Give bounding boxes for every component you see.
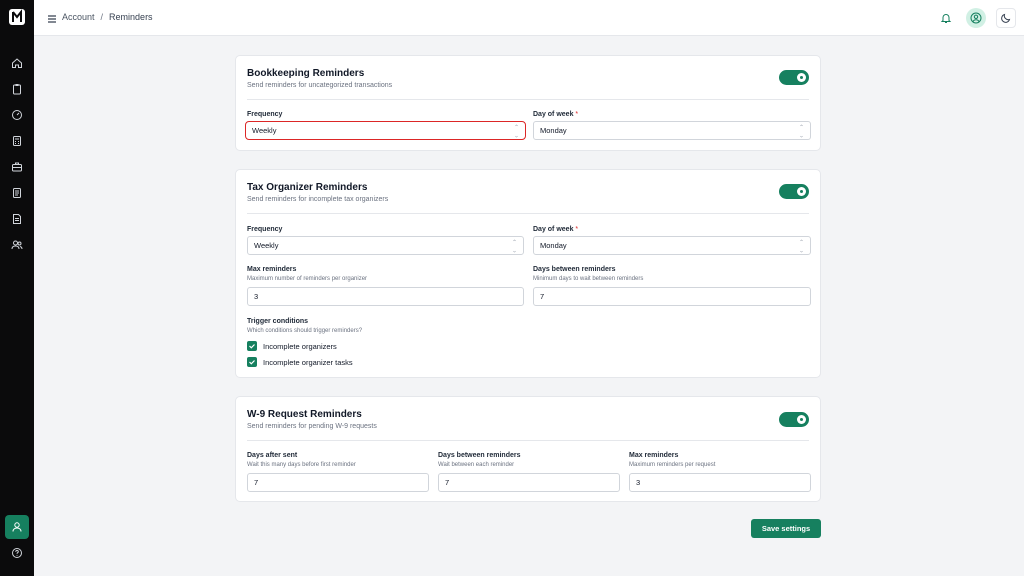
breadcrumb-current: Reminders xyxy=(109,12,153,22)
w9-max-reminders-value: 3 xyxy=(636,478,641,487)
logo-icon[interactable] xyxy=(8,8,26,26)
tax-day-value: Monday xyxy=(540,241,567,250)
max-reminders-input[interactable]: 3 xyxy=(247,287,524,306)
w9-card: W-9 Request Reminders Send reminders for… xyxy=(235,396,821,502)
chevron-updown-icon: ⌃ ⌃ xyxy=(511,239,517,252)
trigger-conditions-label: Trigger conditions xyxy=(247,318,309,325)
frequency-select[interactable]: Weekly ⌃ ⌃ xyxy=(245,121,526,140)
tax-frequency-label: Frequency xyxy=(247,226,283,233)
trigger-incomplete-organizers[interactable]: Incomplete organizers xyxy=(247,341,337,351)
days-after-sent-value: 7 xyxy=(254,478,259,487)
checkbox-checked-icon[interactable] xyxy=(247,341,257,351)
tax-title: Tax Organizer Reminders xyxy=(247,182,368,193)
day-of-week-select[interactable]: Monday ⌃ ⌃ xyxy=(533,121,811,140)
file-text-icon[interactable] xyxy=(9,211,25,227)
breadcrumb-separator: / xyxy=(100,12,104,22)
divider xyxy=(247,440,809,441)
days-between-value: 7 xyxy=(540,292,545,301)
breadcrumb: Account / Reminders xyxy=(62,12,153,22)
w9-toggle[interactable] xyxy=(779,412,809,427)
bookkeeping-subtitle: Send reminders for uncategorized transac… xyxy=(247,82,393,89)
top-bar: Account / Reminders xyxy=(34,0,1024,36)
document-icon[interactable] xyxy=(9,185,25,201)
trigger-incomplete-organizer-tasks[interactable]: Incomplete organizer tasks xyxy=(247,357,353,367)
max-reminders-hint: Maximum number of reminders per organize… xyxy=(247,276,368,282)
w9-max-reminders-label: Max reminders xyxy=(629,452,679,459)
tax-frequency-select[interactable]: Weekly ⌃ ⌃ xyxy=(247,236,524,255)
w9-subtitle: Send reminders for pending W-9 requests xyxy=(247,423,377,430)
max-reminders-value: 3 xyxy=(254,292,259,301)
w9-max-reminders-input[interactable]: 3 xyxy=(629,473,811,492)
trigger-label: Incomplete organizers xyxy=(263,341,337,351)
frequency-value: Weekly xyxy=(252,126,277,135)
checkbox-checked-icon[interactable] xyxy=(247,357,257,367)
frequency-label: Frequency xyxy=(247,111,283,118)
help-icon[interactable] xyxy=(9,545,25,561)
bookkeeping-toggle[interactable] xyxy=(779,70,809,85)
w9-days-between-label: Days between reminders xyxy=(438,452,521,459)
w9-max-reminders-hint: Maximum reminders per request xyxy=(629,462,716,468)
user-icon[interactable] xyxy=(5,515,29,539)
topbar-actions xyxy=(936,8,1016,28)
menu-icon[interactable] xyxy=(46,12,58,24)
tax-day-label: Day of week * xyxy=(533,226,579,233)
save-settings-button[interactable]: Save settings xyxy=(751,519,821,538)
w9-title: W-9 Request Reminders xyxy=(247,409,362,420)
tax-organizer-card: Tax Organizer Reminders Send reminders f… xyxy=(235,169,821,378)
briefcase-icon[interactable] xyxy=(9,159,25,175)
tax-frequency-value: Weekly xyxy=(254,241,279,250)
days-between-hint: Minimum days to wait between reminders xyxy=(533,276,644,282)
days-after-sent-input[interactable]: 7 xyxy=(247,473,429,492)
home-icon[interactable] xyxy=(9,55,25,71)
w9-days-between-hint: Wait between each reminder xyxy=(438,462,515,468)
bookkeeping-title: Bookkeeping Reminders xyxy=(247,68,365,79)
tax-day-select[interactable]: Monday ⌃ ⌃ xyxy=(533,236,811,255)
tax-toggle[interactable] xyxy=(779,184,809,199)
bell-icon[interactable] xyxy=(936,8,956,28)
days-between-label: Days between reminders xyxy=(533,266,616,273)
divider xyxy=(247,99,809,100)
w9-days-between-input[interactable]: 7 xyxy=(438,473,620,492)
trigger-label: Incomplete organizer tasks xyxy=(263,357,353,367)
breadcrumb-account[interactable]: Account xyxy=(62,12,95,22)
divider xyxy=(247,213,809,214)
w9-days-between-value: 7 xyxy=(445,478,450,487)
days-between-input[interactable]: 7 xyxy=(533,287,811,306)
chevron-updown-icon: ⌃ ⌃ xyxy=(798,239,804,252)
users-icon[interactable] xyxy=(9,237,25,253)
days-after-sent-hint: Wait this many days before first reminde… xyxy=(247,462,356,468)
tax-subtitle: Send reminders for incomplete tax organi… xyxy=(247,196,389,203)
day-of-week-label: Day of week * xyxy=(533,111,579,118)
sidebar xyxy=(0,0,34,576)
trigger-conditions-hint: Which conditions should trigger reminder… xyxy=(247,328,363,334)
moon-icon[interactable] xyxy=(996,8,1016,28)
gauge-icon[interactable] xyxy=(9,107,25,123)
days-after-sent-label: Days after sent xyxy=(247,452,298,459)
chevron-updown-icon: ⌃ ⌃ xyxy=(798,124,804,137)
chevron-updown-icon: ⌃ ⌃ xyxy=(513,124,519,137)
clipboard-icon[interactable] xyxy=(9,81,25,97)
bookkeeping-card: Bookkeeping Reminders Send reminders for… xyxy=(235,55,821,151)
max-reminders-label: Max reminders xyxy=(247,266,297,273)
avatar[interactable] xyxy=(966,8,986,28)
day-of-week-value: Monday xyxy=(540,126,567,135)
calculator-icon[interactable] xyxy=(9,133,25,149)
